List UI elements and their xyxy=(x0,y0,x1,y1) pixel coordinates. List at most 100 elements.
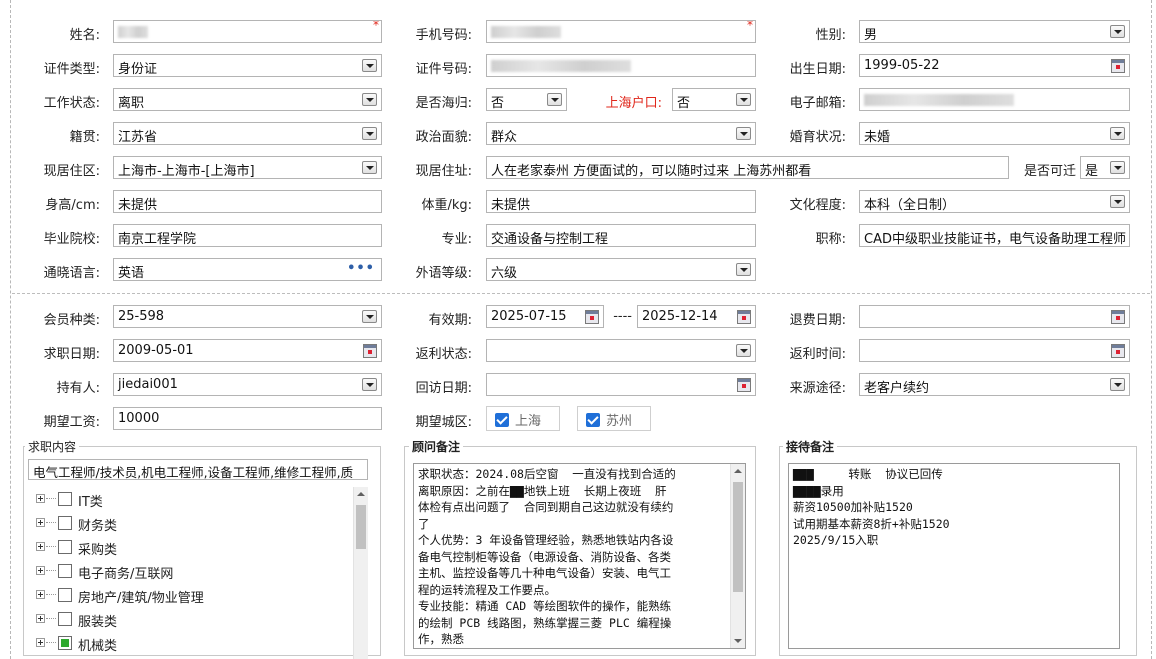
checkbox-icon[interactable] xyxy=(58,588,72,602)
more-icon[interactable]: ••• xyxy=(347,261,375,276)
relocate-select[interactable]: 是 xyxy=(1080,156,1130,179)
language-input[interactable]: 英语 ••• xyxy=(113,258,382,281)
scroll-thumb[interactable] xyxy=(356,505,366,549)
rebate-status-select[interactable] xyxy=(486,339,756,362)
returnee-select[interactable]: 否 xyxy=(486,88,567,111)
chevron-down-icon[interactable] xyxy=(362,127,377,140)
calendar-icon[interactable] xyxy=(737,310,751,324)
scroll-thumb[interactable] xyxy=(733,482,743,592)
text-line: 离职原因：之前在▇▇地铁上班 长期上夜班 肝 xyxy=(418,483,667,498)
residence-address-input[interactable]: 人在老家泰州 方便面试的，可以随时过来 上海苏州都看 xyxy=(486,156,1009,179)
calendar-icon[interactable] xyxy=(363,344,377,358)
advisor-notes-textarea[interactable]: 求职状态：2024.08后空窗 一直没有找到合适的 离职原因：之前在▇▇地铁上班… xyxy=(413,463,746,649)
school-input[interactable]: 南京工程学院 xyxy=(113,224,382,247)
notes-scrollbar[interactable] xyxy=(730,464,745,648)
mobile-label: 手机号码: xyxy=(415,28,472,43)
member-type-select[interactable]: 25-598 xyxy=(113,305,382,328)
work-status-select[interactable]: 离职 xyxy=(113,88,382,111)
checkbox-partial-icon[interactable] xyxy=(58,636,72,650)
valid-end-value: 2025-12-14 xyxy=(642,309,718,324)
redacted-text xyxy=(864,93,1014,106)
checkbox-icon[interactable] xyxy=(58,516,72,530)
chevron-down-icon[interactable] xyxy=(736,127,751,140)
rebate-time-input[interactable] xyxy=(859,339,1130,362)
scroll-up-icon[interactable] xyxy=(734,469,742,473)
city-option-suzhou[interactable]: 苏州 xyxy=(577,406,651,431)
valid-end-input[interactable]: 2025-12-14 xyxy=(637,305,756,328)
major-input[interactable]: 交通设备与控制工程 xyxy=(486,224,756,247)
birth-date-input[interactable]: 1999-05-22 xyxy=(859,54,1130,77)
name-input[interactable]: * xyxy=(113,20,382,43)
scroll-down-icon[interactable] xyxy=(734,639,742,643)
education-select[interactable]: 本科（全日制） xyxy=(859,190,1130,213)
job-seek-date-value: 2009-05-01 xyxy=(118,343,194,358)
checkbox-checked-icon[interactable] xyxy=(586,413,600,427)
chevron-down-icon[interactable] xyxy=(1110,161,1125,174)
gender-select[interactable]: 男 xyxy=(859,20,1130,43)
job-content-summary[interactable]: 电气工程师/技术员,机电工程师,设备工程师,维修工程师,质 xyxy=(28,459,368,480)
weight-input[interactable]: 未提供 xyxy=(486,190,756,213)
job-seek-date-input[interactable]: 2009-05-01 xyxy=(113,339,382,362)
expand-icon[interactable] xyxy=(36,566,45,575)
marital-select[interactable]: 未婚 xyxy=(859,122,1130,145)
title-input[interactable]: CAD中级职业技能证书，电气设备助理工程师 xyxy=(859,224,1130,247)
scroll-up-icon[interactable] xyxy=(357,492,365,496)
city-option-shanghai[interactable]: 上海 xyxy=(486,406,560,431)
tree-connector xyxy=(46,594,56,595)
residence-address-label: 现居住址: xyxy=(415,164,472,179)
checkbox-icon[interactable] xyxy=(58,612,72,626)
chevron-down-icon[interactable] xyxy=(362,161,377,174)
chevron-down-icon[interactable] xyxy=(362,378,377,391)
id-type-value: 身份证 xyxy=(118,62,158,77)
residence-area-select[interactable]: 上海市-上海市-[上海市] xyxy=(113,156,382,179)
text-line: 备电气控制柜等设备（电源设备、消防设备、各类 xyxy=(418,549,671,564)
chevron-down-icon[interactable] xyxy=(362,93,377,106)
expand-icon[interactable] xyxy=(36,518,45,527)
calendar-icon[interactable] xyxy=(585,310,599,324)
checkbox-checked-icon[interactable] xyxy=(495,413,509,427)
id-type-select[interactable]: 身份证 xyxy=(113,54,382,77)
holder-select[interactable]: jiedai001 xyxy=(113,373,382,396)
calendar-icon[interactable] xyxy=(1111,344,1125,358)
calendar-icon[interactable] xyxy=(737,378,751,392)
tree-scrollbar[interactable] xyxy=(353,487,368,659)
shanghai-hukou-select[interactable]: 否 xyxy=(672,88,756,111)
height-input[interactable]: 未提供 xyxy=(113,190,382,213)
refund-date-input[interactable] xyxy=(859,305,1130,328)
calendar-icon[interactable] xyxy=(1111,59,1125,73)
calendar-icon[interactable] xyxy=(1111,310,1125,324)
language-level-label: 外语等级: xyxy=(415,266,472,281)
chevron-down-icon[interactable] xyxy=(1110,25,1125,38)
chevron-down-icon[interactable] xyxy=(362,59,377,72)
chevron-down-icon[interactable] xyxy=(1110,378,1125,391)
mobile-input[interactable]: * xyxy=(486,20,756,43)
expected-salary-input[interactable]: 10000 xyxy=(113,407,382,430)
language-level-select[interactable]: 六级 xyxy=(486,258,756,281)
chevron-down-icon[interactable] xyxy=(547,93,562,106)
checkbox-icon[interactable] xyxy=(58,540,72,554)
expand-icon[interactable] xyxy=(36,494,45,503)
political-select[interactable]: 群众 xyxy=(486,122,756,145)
chevron-down-icon[interactable] xyxy=(736,93,751,106)
chevron-down-icon[interactable] xyxy=(1110,195,1125,208)
email-input[interactable] xyxy=(859,88,1130,111)
expand-icon[interactable] xyxy=(36,614,45,623)
expand-icon[interactable] xyxy=(36,638,45,647)
native-place-select[interactable]: 江苏省 xyxy=(113,122,382,145)
chevron-down-icon[interactable] xyxy=(736,344,751,357)
native-place-label: 籍贯: xyxy=(69,130,100,145)
chevron-down-icon[interactable] xyxy=(1110,127,1125,140)
checkbox-icon[interactable] xyxy=(58,564,72,578)
followup-date-input[interactable] xyxy=(486,373,756,396)
expand-icon[interactable] xyxy=(36,542,45,551)
id-number-input[interactable] xyxy=(486,54,756,77)
reception-notes-textarea[interactable]: ▇▇▇ 转账 协议已回传 ▇▇▇▇录用 薪资10500加补贴1520 试用期基本… xyxy=(788,463,1120,649)
checkbox-icon[interactable] xyxy=(58,492,72,506)
major-value: 交通设备与控制工程 xyxy=(491,232,609,247)
redacted-text xyxy=(491,25,561,38)
valid-start-input[interactable]: 2025-07-15 xyxy=(486,305,604,328)
source-select[interactable]: 老客户续约 xyxy=(859,373,1130,396)
expand-icon[interactable] xyxy=(36,590,45,599)
chevron-down-icon[interactable] xyxy=(362,310,377,323)
chevron-down-icon[interactable] xyxy=(736,263,751,276)
